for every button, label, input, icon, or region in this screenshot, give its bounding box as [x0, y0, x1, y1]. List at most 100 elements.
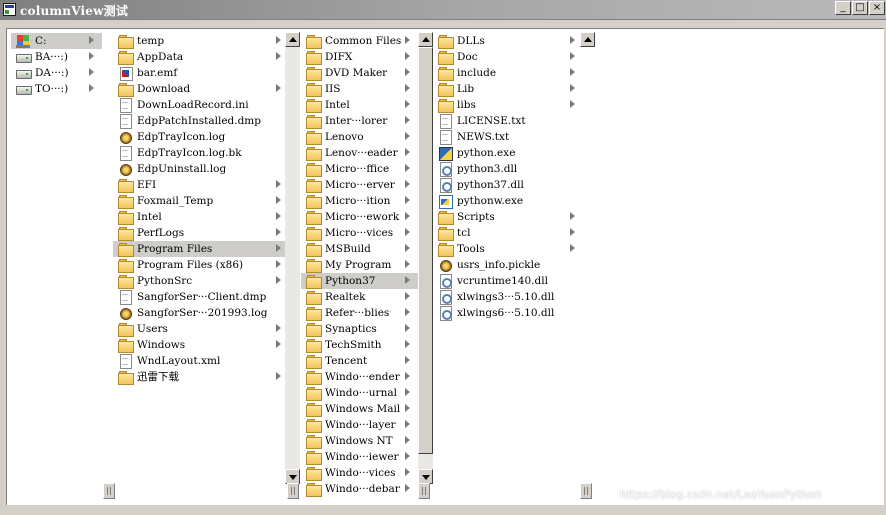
- column-view[interactable]: C: BA···:) DA···:) TO···:) temp AppData bar.e…: [6, 28, 884, 505]
- folder-item[interactable]: Micro···ffice: [301, 161, 418, 177]
- folder-item[interactable]: Windo···debar: [301, 481, 418, 497]
- folder-item[interactable]: include: [433, 65, 580, 81]
- folder-item[interactable]: PerfLogs: [113, 225, 285, 241]
- folder-item[interactable]: IIS: [301, 81, 418, 97]
- folder-item[interactable]: Micro···ework: [301, 209, 418, 225]
- folder-item[interactable]: Windows NT: [301, 433, 418, 449]
- folder-item[interactable]: Realtek: [301, 289, 418, 305]
- folder-item[interactable]: Tencent: [301, 353, 418, 369]
- file-item[interactable]: xlwings3···5.10.dll: [433, 289, 580, 305]
- folder-item[interactable]: Users: [113, 321, 285, 337]
- folder-item[interactable]: Program Files (x86): [113, 257, 285, 273]
- drive-item[interactable]: DA···:): [11, 65, 102, 81]
- column-python37-scrollbar[interactable]: [580, 32, 595, 47]
- close-button[interactable]: ×: [869, 1, 885, 15]
- item-label: NEWS.txt: [457, 131, 510, 143]
- folder-item[interactable]: Foxmail_Temp: [113, 193, 285, 209]
- folder-item[interactable]: EFI: [113, 177, 285, 193]
- folder-item[interactable]: Windows: [113, 337, 285, 353]
- folder-item[interactable]: DLLs: [433, 33, 580, 49]
- file-item[interactable]: EdpPatchInstalled.dmp: [113, 113, 285, 129]
- folder-item[interactable]: Micro···vices: [301, 225, 418, 241]
- folder-item[interactable]: My Program: [301, 257, 418, 273]
- folder-item[interactable]: Synaptics: [301, 321, 418, 337]
- scroll-thumb[interactable]: [418, 47, 433, 454]
- file-item[interactable]: WndLayout.xml: [113, 353, 285, 369]
- column-resize-grip[interactable]: [418, 483, 430, 499]
- file-item[interactable]: python3.dll: [433, 161, 580, 177]
- folder-item[interactable]: Refer···blies: [301, 305, 418, 321]
- file-item[interactable]: EdpTrayIcon.log.bk: [113, 145, 285, 161]
- folder-item[interactable]: tcl: [433, 225, 580, 241]
- column-program-files-scrollbar[interactable]: [418, 32, 433, 484]
- file-item[interactable]: SangforSer···201993.log: [113, 305, 285, 321]
- folder-item[interactable]: AppData: [113, 49, 285, 65]
- column-resize-grip[interactable]: [287, 483, 299, 499]
- file-item[interactable]: vcruntime140.dll: [433, 273, 580, 289]
- drive-item[interactable]: C:: [11, 33, 102, 49]
- file-item[interactable]: DownLoadRecord.ini: [113, 97, 285, 113]
- folder-item[interactable]: Inter···lorer: [301, 113, 418, 129]
- item-label: Lenov···eader: [325, 147, 398, 159]
- folder-item[interactable]: Lib: [433, 81, 580, 97]
- folder-item[interactable]: Windo···vices: [301, 465, 418, 481]
- scroll-up-button[interactable]: [418, 32, 433, 47]
- file-item[interactable]: bar.emf: [113, 65, 285, 81]
- file-item[interactable]: LICENSE.txt: [433, 113, 580, 129]
- file-item[interactable]: NEWS.txt: [433, 129, 580, 145]
- file-item[interactable]: EdpUninstall.log: [113, 161, 285, 177]
- scroll-down-button[interactable]: [285, 469, 300, 484]
- chevron-right-icon: [405, 420, 410, 428]
- item-label: temp: [137, 35, 165, 47]
- folder-item[interactable]: Tools: [433, 241, 580, 257]
- folder-item[interactable]: Windo···ender: [301, 369, 418, 385]
- scroll-up-button[interactable]: [580, 32, 595, 47]
- folder-item[interactable]: Windows Mail: [301, 401, 418, 417]
- folder-item[interactable]: PythonSrc: [113, 273, 285, 289]
- file-item[interactable]: pythonw.exe: [433, 193, 580, 209]
- folder-item[interactable]: Program Files: [113, 241, 285, 257]
- folder-item[interactable]: Lenov···eader: [301, 145, 418, 161]
- folder-item[interactable]: Common Files: [301, 33, 418, 49]
- scroll-up-button[interactable]: [285, 32, 300, 47]
- folder-item[interactable]: Python37: [301, 273, 418, 289]
- item-label: xlwings6···5.10.dll: [457, 307, 555, 319]
- title-bar[interactable]: columnView测试 _ □ ×: [0, 0, 886, 20]
- file-item[interactable]: python.exe: [433, 145, 580, 161]
- folder-item[interactable]: Windo···iewer: [301, 449, 418, 465]
- folder-item[interactable]: Lenovo: [301, 129, 418, 145]
- drive-item[interactable]: TO···:): [11, 81, 102, 97]
- folder-item[interactable]: Micro···erver: [301, 177, 418, 193]
- folder-item[interactable]: Intel: [301, 97, 418, 113]
- column-resize-grip[interactable]: [580, 483, 592, 499]
- folder-item[interactable]: Intel: [113, 209, 285, 225]
- folder-item[interactable]: Micro···ition: [301, 193, 418, 209]
- file-item[interactable]: xlwings6···5.10.dll: [433, 305, 580, 321]
- folder-item[interactable]: DVD Maker: [301, 65, 418, 81]
- scroll-down-button[interactable]: [418, 469, 433, 484]
- chevron-right-icon: [89, 68, 94, 76]
- folder-item[interactable]: libs: [433, 97, 580, 113]
- folder-item[interactable]: MSBuild: [301, 241, 418, 257]
- folder-item[interactable]: Windo···layer: [301, 417, 418, 433]
- item-label: Lenovo: [325, 131, 364, 143]
- maximize-button[interactable]: □: [852, 1, 868, 15]
- folder-item[interactable]: Windo···urnal: [301, 385, 418, 401]
- file-item[interactable]: EdpTrayIcon.log: [113, 129, 285, 145]
- folder-item[interactable]: Scripts: [433, 209, 580, 225]
- column-c-root-scrollbar[interactable]: [285, 32, 300, 484]
- file-item[interactable]: SangforSer···Client.dmp: [113, 289, 285, 305]
- folder-item[interactable]: 迅雷下载: [113, 369, 285, 385]
- chevron-right-icon: [405, 196, 410, 204]
- folder-item[interactable]: Doc: [433, 49, 580, 65]
- folder-item[interactable]: DIFX: [301, 49, 418, 65]
- folder-icon: [117, 274, 134, 289]
- column-c-root: temp AppData bar.emf Download DownLoadRecord…: [113, 29, 285, 504]
- folder-item[interactable]: Download: [113, 81, 285, 97]
- minimize-button[interactable]: _: [835, 1, 851, 15]
- folder-item[interactable]: TechSmith: [301, 337, 418, 353]
- folder-item[interactable]: temp: [113, 33, 285, 49]
- file-item[interactable]: python37.dll: [433, 177, 580, 193]
- drive-item[interactable]: BA···:): [11, 49, 102, 65]
- file-item[interactable]: usrs_info.pickle: [433, 257, 580, 273]
